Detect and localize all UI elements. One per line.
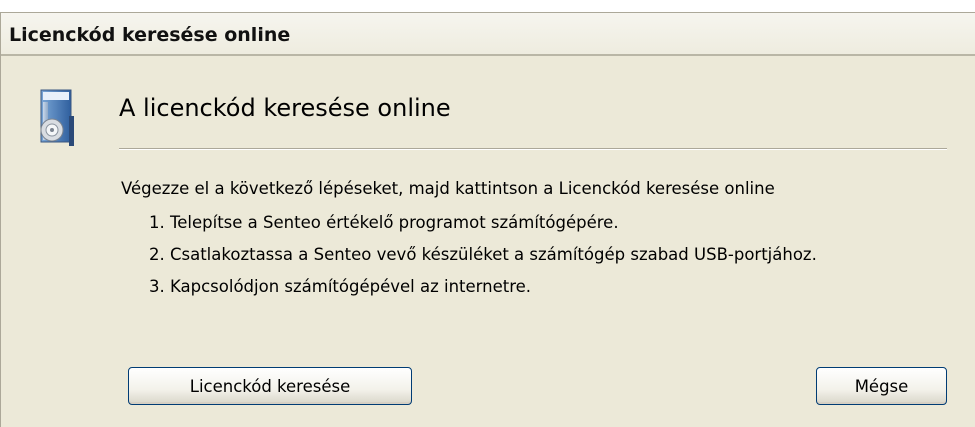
step-item: 2. Csatlakoztassa a Senteo vevő készülék…: [149, 245, 817, 264]
dialog-titlebar[interactable]: Licenckód keresése online: [1, 13, 975, 56]
disc-box-icon: [40, 89, 74, 146]
step-item: 3. Kapcsolódjon számítógépével az intern…: [149, 277, 532, 296]
step-item: 1. Telepítse a Senteo értékelő programot…: [149, 213, 619, 232]
steps-list: 1. Telepítse a Senteo értékelő programot…: [149, 213, 817, 309]
license-search-dialog: Licenckód keresése online A licenckód ke…: [0, 12, 975, 427]
search-license-button[interactable]: Licenckód keresése: [128, 367, 412, 405]
header-divider: [119, 148, 947, 150]
cancel-button[interactable]: Mégse: [816, 367, 947, 405]
dialog-content: A licenckód keresése online Végezze el a…: [1, 56, 975, 427]
dialog-heading: A licenckód keresése online: [119, 94, 451, 122]
instruction-text: Végezze el a következő lépéseket, majd k…: [121, 179, 775, 198]
dialog-title: Licenckód keresése online: [9, 24, 291, 46]
